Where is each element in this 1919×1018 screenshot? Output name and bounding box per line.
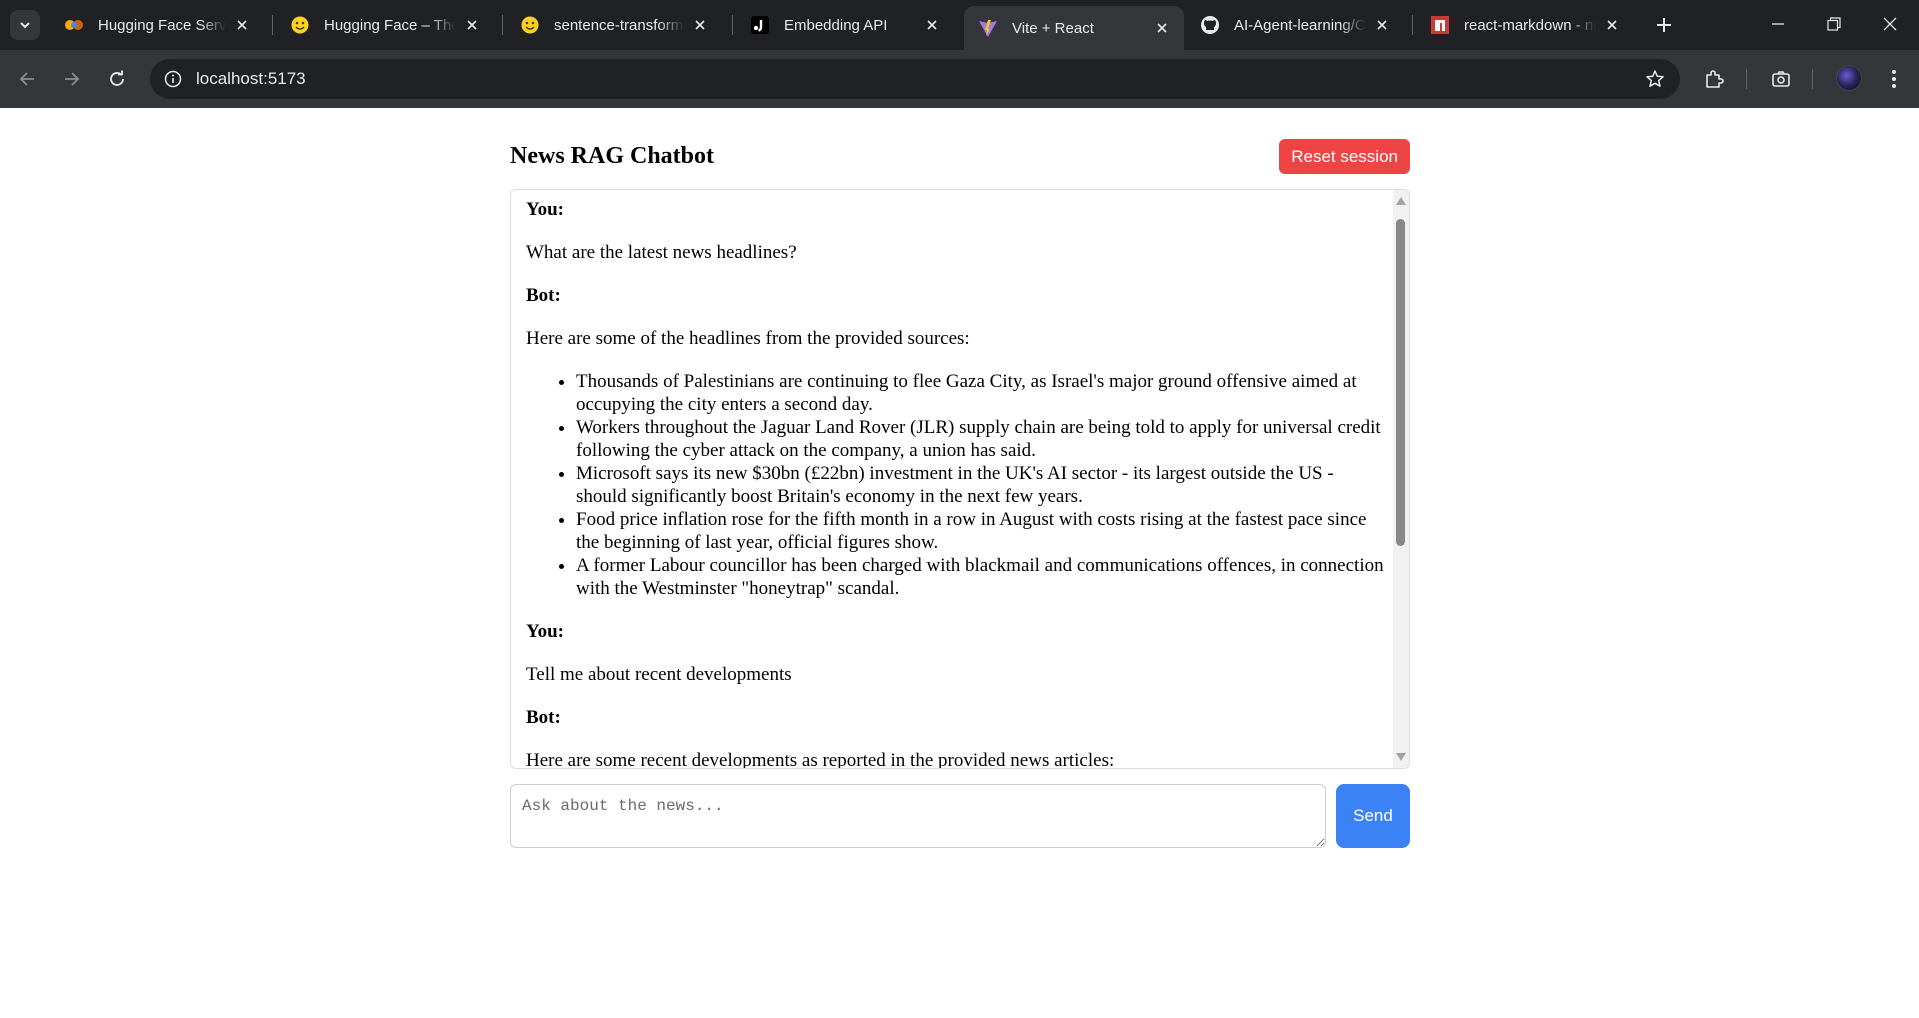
message-text: Here are some of the headlines from the …: [526, 328, 970, 349]
tab-separator: [502, 15, 503, 35]
browser-tab-active[interactable]: Vite + React: [964, 6, 1184, 50]
screenshot-button[interactable]: [1767, 65, 1795, 93]
message-sender: You:: [526, 621, 565, 642]
star-icon: [1646, 70, 1664, 87]
vite-icon: [978, 18, 998, 38]
browser-tab[interactable]: react-markdown - npm: [1416, 6, 1634, 44]
toolbar-divider: [1746, 69, 1747, 89]
browser-toolbar: localhost:5173: [0, 50, 1919, 108]
browser-tab[interactable]: AI-Agent-learning/Chatbot: [1186, 6, 1404, 44]
triangle-up-icon: [1396, 197, 1406, 205]
list-item: Workers throughout the Jaguar Land Rover…: [576, 416, 1386, 462]
tab-separator: [732, 15, 733, 35]
chat-input[interactable]: [510, 784, 1326, 848]
jina-icon: [750, 15, 770, 35]
scroll-up-arrow[interactable]: [1396, 196, 1406, 206]
app-header: News RAG Chatbot Reset session: [510, 139, 1410, 177]
site-info-button[interactable]: [160, 66, 186, 92]
more-vert-icon: [1892, 70, 1896, 88]
tab-title: Hugging Face Server: [98, 16, 226, 34]
browser-tab[interactable]: sentence-transformers: [506, 6, 722, 44]
headline-list: Thousands of Palestinians are continuing…: [526, 370, 1386, 600]
close-window-button[interactable]: [1874, 10, 1906, 38]
scrollbar-thumb[interactable]: [1396, 219, 1405, 546]
restore-icon: [1827, 17, 1841, 31]
list-item: Thousands of Palestinians are continuing…: [576, 370, 1386, 416]
tab-title: react-markdown - npm: [1464, 16, 1596, 34]
github-icon: [1200, 15, 1220, 35]
url-text: localhost:5173: [196, 69, 306, 88]
close-icon[interactable]: [922, 15, 942, 35]
tab-separator: [1412, 15, 1413, 35]
restore-button[interactable]: [1818, 10, 1850, 38]
message-text: Here are some recent developments as rep…: [526, 750, 1115, 769]
message-sender: Bot:: [526, 707, 561, 728]
message-text: What are the latest news headlines?: [526, 242, 797, 263]
tab-title: Embedding API: [784, 16, 888, 34]
tab-search-button[interactable]: [10, 10, 40, 40]
chat-messages: You: What are the latest news headlines?…: [526, 198, 1386, 769]
close-icon[interactable]: [1372, 15, 1392, 35]
extensions-button[interactable]: [1700, 65, 1728, 93]
plus-icon: [1657, 18, 1671, 32]
arrow-left-icon: [19, 72, 34, 86]
chat-input-row: Send: [510, 784, 1410, 848]
triangle-down-icon: [1396, 753, 1406, 761]
tab-title: sentence-transformers: [554, 16, 684, 34]
close-icon[interactable]: [232, 15, 252, 35]
message-sender: Bot:: [526, 285, 561, 306]
forward-button[interactable]: [57, 64, 87, 94]
camera-icon: [1772, 71, 1790, 87]
minimize-icon: [1772, 23, 1784, 25]
hugging-face-icon: [290, 15, 310, 35]
close-icon[interactable]: [462, 15, 482, 35]
tab-title: AI-Agent-learning/Chatbot: [1234, 16, 1366, 34]
browser-tab[interactable]: Hugging Face Server: [50, 6, 264, 44]
browser-tab[interactable]: Embedding API: [736, 6, 954, 44]
npm-icon: [1430, 15, 1450, 35]
tab-separator: [272, 15, 273, 35]
reload-button[interactable]: [102, 64, 132, 94]
list-item: Microsoft says its new $30bn (£22bn) inv…: [576, 462, 1386, 508]
chat-scrollbar[interactable]: [1393, 190, 1409, 768]
arrow-right-icon: [65, 72, 80, 86]
google-colab-icon: [64, 15, 84, 35]
info-icon: [164, 70, 182, 88]
address-bar[interactable]: localhost:5173: [150, 59, 1680, 99]
message-sender: You:: [526, 199, 565, 220]
tab-title: Hugging Face – The AI community: [324, 16, 456, 34]
new-tab-button[interactable]: [1652, 13, 1676, 37]
reload-icon: [110, 70, 124, 86]
send-button[interactable]: Send: [1336, 784, 1410, 848]
menu-button[interactable]: [1880, 65, 1908, 93]
profile-avatar[interactable]: [1836, 65, 1862, 91]
chevron-down-icon: [20, 22, 30, 29]
puzzle-icon: [1706, 70, 1724, 88]
list-item: A former Labour councillor has been char…: [576, 554, 1386, 600]
minimize-button[interactable]: [1762, 10, 1794, 38]
chatbot-app: News RAG Chatbot Reset session You: What…: [510, 139, 1410, 848]
close-icon[interactable]: [1152, 18, 1172, 38]
close-icon: [1883, 17, 1897, 31]
browser-tab-strip: Hugging Face Server Hugging Face – The A…: [0, 0, 1919, 50]
page-title: News RAG Chatbot: [510, 143, 714, 169]
browser-tab[interactable]: Hugging Face – The AI community: [276, 6, 494, 44]
chat-history[interactable]: You: What are the latest news headlines?…: [510, 189, 1410, 769]
close-icon[interactable]: [1602, 15, 1622, 35]
list-item: Food price inflation rose for the fifth …: [576, 508, 1386, 554]
message-text: Tell me about recent developments: [526, 664, 792, 685]
close-icon[interactable]: [690, 15, 710, 35]
back-button[interactable]: [12, 64, 42, 94]
scroll-down-arrow[interactable]: [1396, 752, 1406, 762]
bookmark-button[interactable]: [1644, 68, 1666, 90]
toolbar-divider: [1812, 69, 1813, 89]
tab-title: Vite + React: [1012, 19, 1094, 37]
hugging-face-icon: [520, 15, 540, 35]
reset-session-button[interactable]: Reset session: [1279, 139, 1410, 174]
